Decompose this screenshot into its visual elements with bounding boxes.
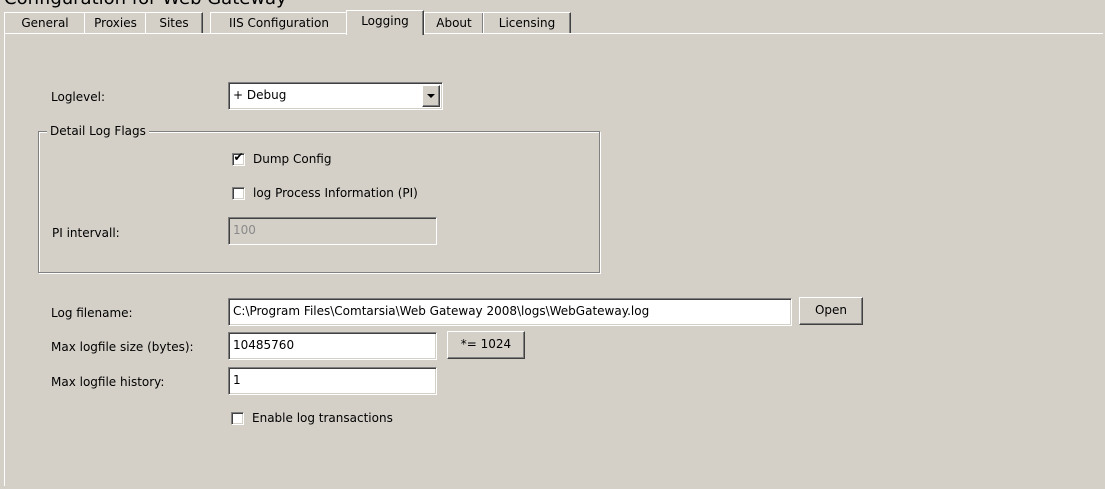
detail-log-flags-group: Detail Log Flags ✔ Dump Config log Proce… (38, 124, 600, 273)
open-button[interactable]: Open (799, 297, 863, 325)
tab-proxies[interactable]: Proxies (84, 12, 147, 34)
max-history-field[interactable]: 1 (228, 367, 437, 395)
log-filename-label: Log filename: (51, 306, 133, 320)
window-title: Configuration for Web Gateway (4, 0, 287, 9)
max-history-label: Max logfile history: (51, 375, 165, 389)
tab-logging[interactable]: Logging (346, 10, 424, 35)
chevron-down-icon[interactable] (422, 85, 440, 107)
tab-iis-configuration[interactable]: IIS Configuration (210, 12, 348, 34)
enable-log-transactions-checkbox[interactable] (231, 412, 244, 425)
tab-sites[interactable]: Sites (145, 12, 203, 34)
max-size-label: Max logfile size (bytes): (51, 340, 194, 354)
tab-licensing[interactable]: Licensing (483, 12, 571, 34)
window-title-clip: Configuration for Web Gateway (0, 0, 1105, 10)
log-filename-field[interactable]: C:\Program Files\Comtarsia\Web Gateway 2… (228, 298, 792, 326)
max-size-field[interactable]: 10485760 (228, 332, 437, 360)
dump-config-label: Dump Config (253, 152, 332, 166)
dump-config-checkbox[interactable]: ✔ (232, 150, 245, 166)
tab-general[interactable]: General (4, 12, 86, 34)
log-pi-checkbox[interactable] (232, 187, 245, 200)
loglevel-label: Loglevel: (51, 90, 106, 104)
pi-interval-field[interactable]: 100 (228, 217, 437, 245)
tab-about[interactable]: About (424, 12, 484, 34)
pi-interval-label: PI intervall: (52, 226, 120, 240)
multiply-1024-button[interactable]: *= 1024 (447, 331, 525, 359)
logging-tab-page: Loglevel: + Debug Detail Log Flags ✔ Dum… (4, 33, 1103, 486)
tab-bar: General Proxies Sites IIS Configuration … (4, 10, 1104, 35)
enable-log-transactions-label: Enable log transactions (252, 411, 393, 425)
detail-log-flags-title: Detail Log Flags (47, 124, 149, 138)
loglevel-select[interactable]: + Debug (228, 82, 443, 110)
log-pi-label: log Process Information (PI) (253, 186, 418, 200)
loglevel-value: + Debug (233, 88, 287, 102)
checkmark-icon: ✔ (233, 150, 244, 164)
